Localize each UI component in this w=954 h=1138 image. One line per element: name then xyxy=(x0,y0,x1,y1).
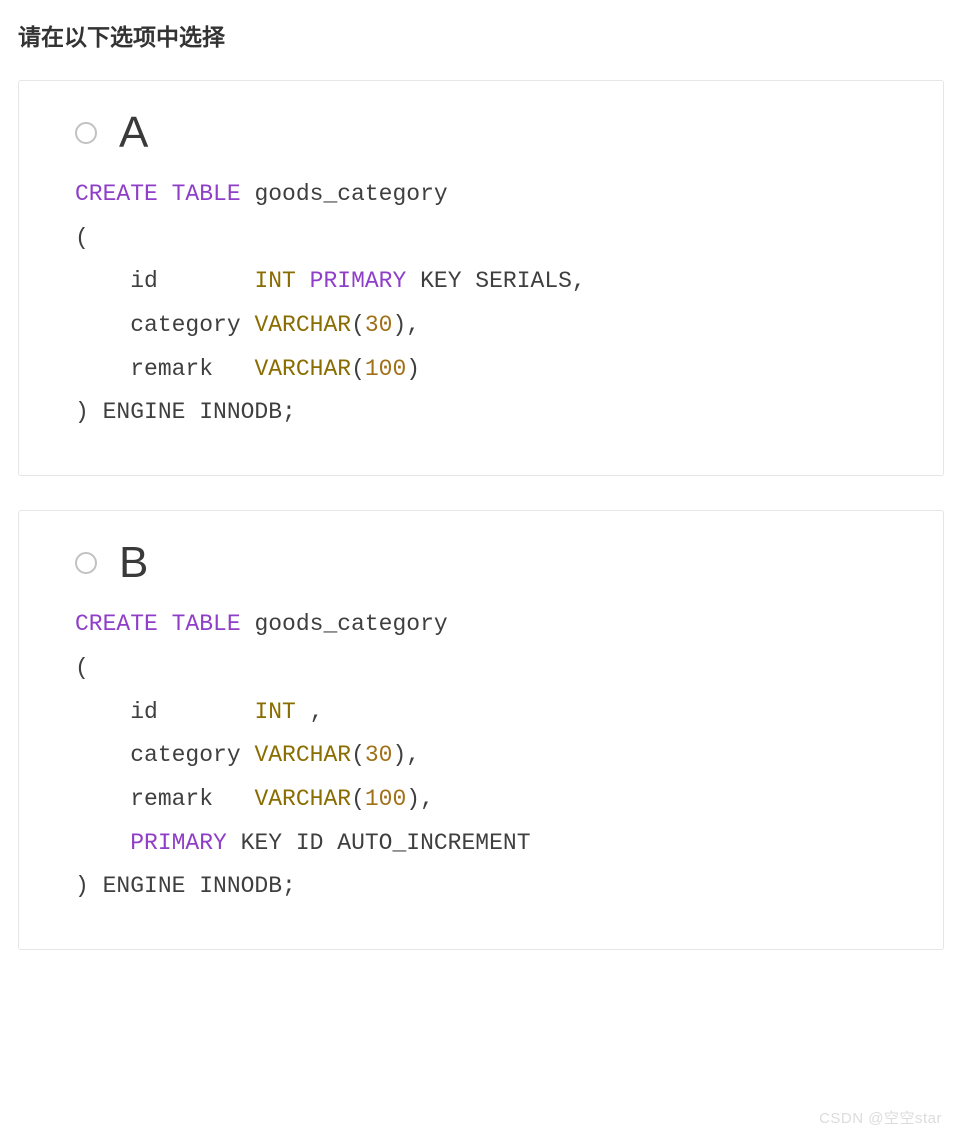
type-keyword: VARCHAR xyxy=(254,312,351,338)
option-letter: B xyxy=(119,541,148,585)
keyword: CREATE TABLE xyxy=(75,181,241,207)
option-b-header: B xyxy=(75,541,907,585)
type-keyword: VARCHAR xyxy=(254,356,351,382)
radio-icon[interactable] xyxy=(75,552,97,574)
type-keyword: INT xyxy=(254,699,295,725)
code-text xyxy=(296,268,310,294)
watermark: CSDN @空空star xyxy=(819,1107,942,1128)
code-text: ( xyxy=(351,786,365,812)
code-text: goods_category xyxy=(241,181,448,207)
code-text: ) ENGINE INNODB; xyxy=(75,399,296,425)
code-text: , xyxy=(296,699,324,725)
type-keyword: INT xyxy=(254,268,295,294)
number: 100 xyxy=(365,786,406,812)
number: 30 xyxy=(365,742,393,768)
code-text: ( xyxy=(351,312,365,338)
number: 30 xyxy=(365,312,393,338)
keyword: PRIMARY xyxy=(130,830,227,856)
keyword: PRIMARY xyxy=(310,268,407,294)
question-prompt: 请在以下选项中选择 xyxy=(18,18,944,52)
code-text: ), xyxy=(392,742,420,768)
code-text: ( xyxy=(351,356,365,382)
code-text: ) xyxy=(406,356,420,382)
keyword: CREATE TABLE xyxy=(75,611,241,637)
option-letter: A xyxy=(119,111,148,155)
option-a-card[interactable]: A CREATE TABLE goods_category ( id INT P… xyxy=(18,80,944,476)
option-a-header: A xyxy=(75,111,907,155)
code-text: ) ENGINE INNODB; xyxy=(75,873,296,899)
code-block-a: CREATE TABLE goods_category ( id INT PRI… xyxy=(75,173,907,435)
code-text: remark xyxy=(75,356,254,382)
code-text: id xyxy=(75,268,254,294)
code-text: KEY SERIALS, xyxy=(406,268,585,294)
code-text: KEY ID AUTO_INCREMENT xyxy=(227,830,531,856)
code-text: category xyxy=(75,742,254,768)
code-text: category xyxy=(75,312,254,338)
code-text: id xyxy=(75,699,254,725)
code-text xyxy=(75,830,130,856)
type-keyword: VARCHAR xyxy=(254,742,351,768)
code-text: goods_category xyxy=(241,611,448,637)
code-text: remark xyxy=(75,786,254,812)
code-text: ( xyxy=(351,742,365,768)
type-keyword: VARCHAR xyxy=(254,786,351,812)
code-block-b: CREATE TABLE goods_category ( id INT , c… xyxy=(75,603,907,909)
code-text: ), xyxy=(392,312,420,338)
radio-icon[interactable] xyxy=(75,122,97,144)
code-text: ( xyxy=(75,225,89,251)
number: 100 xyxy=(365,356,406,382)
code-text: ), xyxy=(406,786,434,812)
option-b-card[interactable]: B CREATE TABLE goods_category ( id INT ,… xyxy=(18,510,944,950)
code-text: ( xyxy=(75,655,89,681)
